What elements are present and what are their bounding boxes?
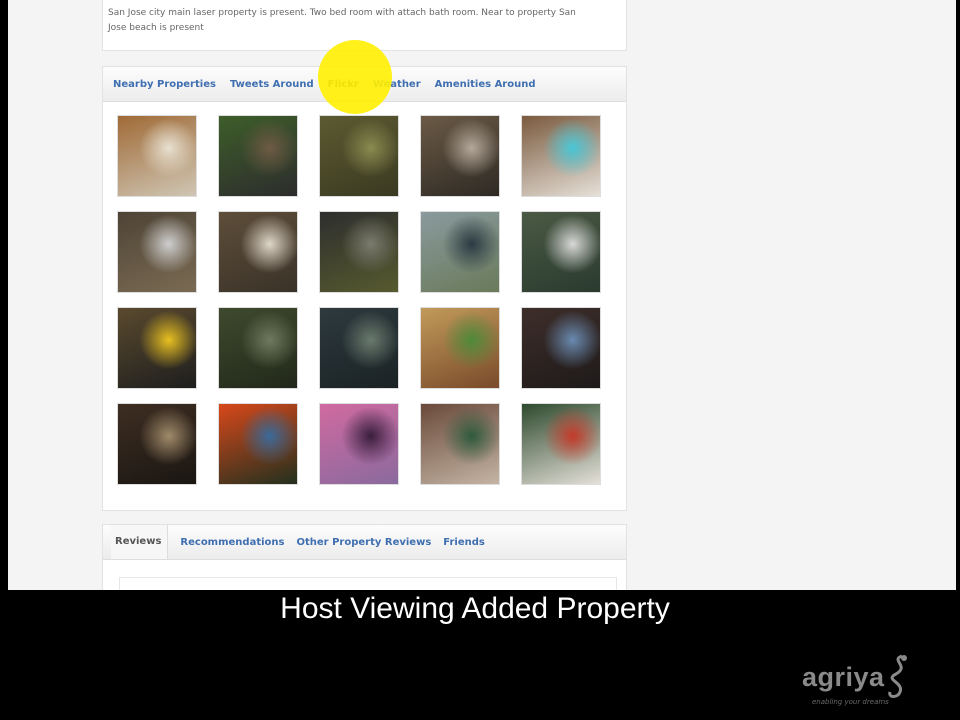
fence-blue-photo[interactable] (421, 212, 499, 292)
logo-wordmark: agriya (802, 662, 885, 692)
tab-friends[interactable]: Friends (443, 537, 485, 548)
logo-tagline: enabling your dreams (812, 698, 889, 706)
tab-tweets-around[interactable]: Tweets Around (230, 79, 314, 90)
cursor-highlight (318, 40, 392, 114)
metal-frame-photo[interactable] (522, 212, 600, 292)
photo-panel: Nearby PropertiesTweets AroundFlickrWeat… (102, 66, 627, 511)
food-plate-photo[interactable] (118, 116, 196, 196)
tab-amenities-around[interactable]: Amenities Around (435, 79, 536, 90)
property-description: San Jose city main laser property is pre… (108, 8, 576, 33)
tab-other-property-reviews[interactable]: Other Property Reviews (296, 537, 431, 548)
red-tree-photo[interactable] (219, 404, 297, 484)
bowl-dish-photo[interactable] (421, 308, 499, 388)
reviews-panel: Reviews Recommendations Other Property Rev… (102, 524, 627, 590)
tree-canopy-photo[interactable] (320, 116, 398, 196)
review-content-box (119, 577, 617, 590)
trucks-photo[interactable] (522, 308, 600, 388)
tab-reviews[interactable]: Reviews (111, 525, 169, 559)
debris-ground-photo[interactable] (118, 212, 196, 292)
trunk-closeup-photo[interactable] (320, 308, 398, 388)
review-tabs: Reviews Recommendations Other Property Rev… (111, 525, 485, 559)
forest-canopy-photo[interactable] (219, 308, 297, 388)
ornaments-photo[interactable] (421, 404, 499, 484)
photo-grid (118, 116, 600, 484)
stump-photo[interactable] (219, 212, 297, 292)
bollard-photo[interactable] (118, 308, 196, 388)
christmas-tree-photo[interactable] (522, 404, 600, 484)
logo-swirl-icon (888, 654, 907, 698)
video-caption: Host Viewing Added Property (280, 592, 670, 625)
certificate-photo[interactable] (118, 404, 196, 484)
screen-area: San Jose city main laser property is pre… (8, 0, 956, 590)
tab-nearby-properties[interactable]: Nearby Properties (113, 79, 216, 90)
garden-sign-photo[interactable] (219, 116, 297, 196)
reviews-tabbar: Reviews Recommendations Other Property Rev… (103, 525, 626, 560)
tab-recommendations[interactable]: Recommendations (180, 537, 284, 548)
bottle-ground-photo[interactable] (522, 116, 600, 196)
post-cap-photo[interactable] (320, 212, 398, 292)
agriya-logo: agriya enabling your dreams (800, 652, 920, 708)
branches-photo[interactable] (421, 116, 499, 196)
sunset-silhouette-photo[interactable] (320, 404, 398, 484)
